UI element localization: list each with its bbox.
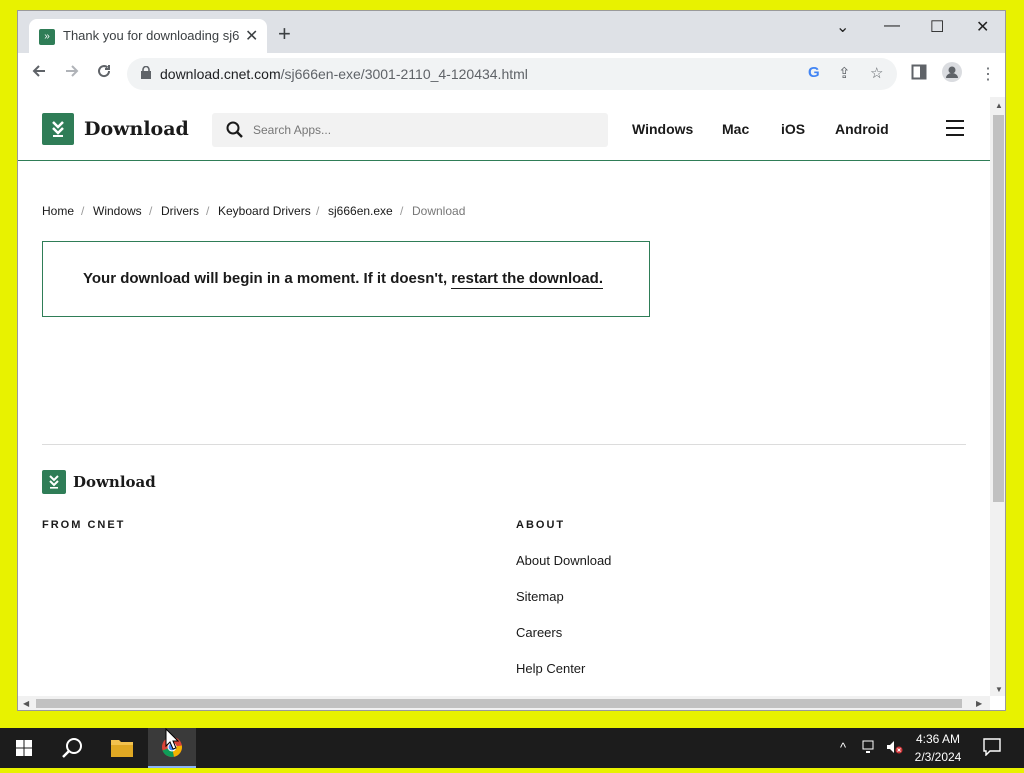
taskbar: ^ 4:36 AM 2/3/2024 — [0, 728, 1024, 768]
star-icon[interactable]: ☆ — [870, 64, 883, 82]
profile-icon[interactable] — [942, 62, 962, 87]
nav-windows[interactable]: Windows — [632, 121, 693, 137]
footer-link-sitemap[interactable]: Sitemap — [516, 589, 564, 604]
search-input[interactable]: Search Apps... — [212, 113, 608, 147]
back-arrow-icon[interactable] — [31, 63, 47, 84]
notice-text: Your download will begin in a moment. If… — [83, 270, 603, 289]
close-window-button[interactable]: ✕ — [976, 17, 989, 37]
breadcrumb-separator: / — [81, 204, 85, 218]
google-icon[interactable]: G — [808, 64, 820, 81]
vertical-scrollbar[interactable]: ▲ ▼ — [990, 97, 1005, 696]
breadcrumb-home[interactable]: Home — [42, 204, 74, 218]
network-icon[interactable] — [862, 740, 878, 757]
horizontal-scrollbar[interactable]: ◀ ▶ — [18, 696, 990, 710]
breadcrumb-file[interactable]: sj666en.exe — [328, 204, 393, 218]
web-page: Download Search Apps... Windows Mac iOS … — [18, 97, 990, 696]
download-notice: Your download will begin in a moment. If… — [42, 241, 650, 317]
tab-close-icon[interactable]: ✕ — [245, 26, 258, 46]
vertical-scroll-thumb[interactable] — [993, 115, 1004, 502]
footer-about-heading: ABOUT — [516, 519, 566, 531]
footer-from-cnet-heading: FROM CNET — [42, 519, 126, 531]
scroll-up-icon[interactable]: ▲ — [995, 101, 1003, 110]
breadcrumb-separator: / — [206, 204, 210, 218]
more-icon[interactable]: ⋮ — [980, 64, 996, 84]
side-panel-icon[interactable] — [911, 64, 927, 85]
breadcrumb-separator: / — [149, 204, 153, 218]
breadcrumb-current: Download — [412, 204, 466, 218]
search-placeholder: Search Apps... — [253, 123, 332, 137]
breadcrumb-separator: / — [400, 204, 404, 218]
site-header: Download Search Apps... Windows Mac iOS … — [18, 97, 990, 161]
footer-link-help-center[interactable]: Help Center — [516, 661, 585, 676]
forward-arrow-icon[interactable] — [64, 63, 80, 84]
breadcrumb-drivers[interactable]: Drivers — [161, 204, 199, 218]
clock-time[interactable]: 4:36 AM — [903, 732, 973, 746]
breadcrumb-separator: / — [316, 204, 320, 218]
clock-date[interactable]: 2/3/2024 — [903, 750, 973, 764]
address-bar[interactable]: download.cnet.com/sj666en-exe/3001-2110_… — [127, 58, 897, 90]
restart-download-link[interactable]: restart the download. — [451, 270, 603, 289]
new-tab-button[interactable]: + — [278, 23, 291, 45]
footer-logo-icon[interactable] — [42, 470, 66, 494]
maximize-button[interactable]: ☐ — [930, 17, 944, 37]
scroll-left-icon[interactable]: ◀ — [23, 699, 29, 708]
tab-search-button[interactable]: ⌄ — [836, 17, 849, 37]
footer-link-careers[interactable]: Careers — [516, 625, 562, 640]
browser-window: » Thank you for downloading sj666en.exe … — [17, 10, 1006, 711]
title-bar: » Thank you for downloading sj666en.exe … — [18, 11, 1005, 53]
volume-muted-icon[interactable] — [886, 740, 904, 757]
show-hidden-icons-icon[interactable]: ^ — [840, 740, 846, 755]
footer-link-about[interactable]: About Download — [516, 553, 611, 568]
footer-logo-text[interactable]: Download — [73, 473, 156, 491]
reload-icon[interactable] — [96, 63, 112, 84]
taskbar-search-icon[interactable] — [48, 728, 96, 768]
tab-title: Thank you for downloading sj666en.exe — [63, 28, 239, 43]
file-explorer-icon[interactable] — [98, 728, 146, 768]
scroll-down-icon[interactable]: ▼ — [995, 685, 1003, 694]
breadcrumb-keyboard-drivers[interactable]: Keyboard Drivers — [218, 204, 311, 218]
notification-icon[interactable] — [983, 738, 1001, 759]
nav-ios[interactable]: iOS — [781, 121, 805, 137]
site-logo-text[interactable]: Download — [84, 118, 189, 140]
lock-icon[interactable] — [141, 65, 151, 79]
nav-mac[interactable]: Mac — [722, 121, 749, 137]
scroll-right-icon[interactable]: ▶ — [976, 699, 982, 708]
download-favicon-icon: » — [39, 29, 55, 45]
share-icon[interactable]: ⇪ — [838, 64, 851, 82]
browser-tab[interactable]: » Thank you for downloading sj666en.exe … — [29, 19, 267, 53]
horizontal-scroll-thumb[interactable] — [36, 699, 962, 708]
search-icon — [226, 121, 244, 144]
browser-toolbar: download.cnet.com/sj666en-exe/3001-2110_… — [18, 53, 1005, 98]
windows-start-icon[interactable] — [0, 728, 48, 768]
mouse-cursor-icon — [165, 727, 180, 755]
url-text[interactable]: download.cnet.com/sj666en-exe/3001-2110_… — [160, 66, 528, 82]
nav-android[interactable]: Android — [835, 121, 889, 137]
breadcrumb-windows[interactable]: Windows — [93, 204, 142, 218]
minimize-button[interactable]: — — [884, 17, 900, 35]
download-logo-icon[interactable] — [42, 113, 74, 145]
footer-divider — [42, 444, 966, 445]
